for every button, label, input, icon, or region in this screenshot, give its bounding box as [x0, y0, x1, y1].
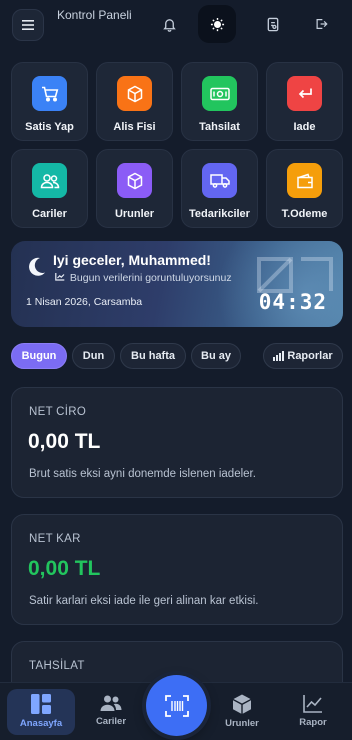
quick-action-purchase[interactable]: Alis Fisi: [96, 62, 173, 141]
stat-card-value: 0,00 TL: [28, 557, 101, 580]
stat-card-description: Brut satis eksi ayni donemde islenen iad…: [29, 468, 256, 480]
quick-action-sale[interactable]: Satis Yap: [11, 62, 88, 141]
quick-actions-grid: Satis Yap Alis Fisi Tahsilat Iade Carile…: [11, 62, 343, 228]
nav-label: Urunler: [225, 718, 259, 729]
nav-label: Anasayfa: [19, 718, 63, 729]
banner-clock: 04:32: [258, 290, 327, 314]
quick-action-suppliers[interactable]: Tedarikciler: [181, 149, 258, 228]
nav-report[interactable]: Rapor: [279, 689, 347, 735]
nav-home[interactable]: Anasayfa: [7, 689, 75, 735]
logout-icon: [316, 19, 328, 29]
logout-button[interactable]: [302, 5, 340, 43]
barcode-scan-button[interactable]: [146, 675, 207, 736]
quick-action-label: Iade: [293, 121, 316, 133]
quick-action-label: Satis Yap: [25, 121, 74, 133]
stat-card-title: TAHSİLAT: [29, 660, 85, 672]
period-filter: Bugun Dun Bu hafta Bu ay Raporlar: [11, 343, 343, 369]
quick-action-label: Tedarikciler: [189, 208, 250, 220]
chart-line-icon: [303, 695, 322, 713]
cart-icon: [32, 76, 67, 111]
quick-action-label: Alis Fisi: [113, 121, 156, 133]
quick-action-label: T.Odeme: [281, 208, 328, 220]
reports-button[interactable]: Raporlar: [263, 343, 343, 369]
stat-card-value: 0,00 TL: [28, 430, 101, 453]
quick-action-return[interactable]: Iade: [266, 62, 343, 141]
top-bar: Kontrol Paneli: [0, 0, 352, 50]
reports-label: Raporlar: [287, 350, 333, 362]
menu-button[interactable]: [12, 9, 44, 41]
banner-date: 1 Nisan 2026, Carsamba: [26, 296, 143, 308]
trend-icon: [55, 273, 65, 281]
page-title: Kontrol Paneli: [57, 8, 132, 22]
quick-action-accounts[interactable]: Cariler: [11, 149, 88, 228]
stat-card-title: NET CİRO: [29, 406, 87, 418]
truck-icon: [202, 163, 237, 198]
users-icon: [32, 163, 67, 198]
quick-action-label: Urunler: [114, 208, 155, 220]
theme-toggle-button[interactable]: [198, 5, 236, 43]
greeting-banner: Iyi geceler, Muhammed! Bugun verilerini …: [11, 241, 343, 327]
cash-icon: [202, 76, 237, 111]
dashboard-icon: [31, 694, 51, 714]
moon-icon: [29, 257, 45, 276]
quick-action-collection[interactable]: Tahsilat: [181, 62, 258, 141]
users-icon: [100, 695, 122, 711]
nav-label: Rapor: [299, 717, 327, 728]
quick-action-label: Tahsilat: [199, 121, 240, 133]
greeting-text: Iyi geceler, Muhammed!: [53, 252, 211, 268]
quick-action-label: Cariler: [32, 208, 67, 220]
cube-icon: [117, 163, 152, 198]
cube-icon: [233, 694, 251, 714]
stat-card-title: NET KAR: [29, 533, 81, 545]
menu-icon: [22, 20, 34, 30]
banner-subtitle: Bugun verilerini goruntuluyorsunuz: [55, 272, 232, 284]
quick-action-products[interactable]: Urunler: [96, 149, 173, 228]
quick-action-payment[interactable]: T.Odeme: [266, 149, 343, 228]
document-icon: [267, 17, 279, 31]
sun-icon: [210, 17, 224, 31]
stat-card-net-revenue: NET CİRO 0,00 TL Brut satis eksi ayni do…: [11, 387, 343, 498]
filter-chip-this-month[interactable]: Bu ay: [191, 343, 241, 369]
filter-chip-this-week[interactable]: Bu hafta: [120, 343, 186, 369]
nav-products[interactable]: Urunler: [208, 689, 276, 735]
bar-chart-icon: [273, 351, 285, 361]
stat-card-net-profit: NET KAR 0,00 TL Satir karlari eksi iade …: [11, 514, 343, 625]
filter-chip-today[interactable]: Bugun: [11, 343, 67, 369]
documents-button[interactable]: [254, 5, 292, 43]
nav-label: Cariler: [95, 716, 127, 727]
nav-accounts[interactable]: Cariler: [77, 689, 145, 735]
banner-subtitle-text: Bugun verilerini goruntuluyorsunuz: [69, 272, 232, 284]
notifications-button[interactable]: [150, 5, 188, 43]
stat-card-description: Satir karlari eksi iade ile geri alinan …: [29, 595, 259, 607]
box-icon: [117, 76, 152, 111]
barcode-scan-icon: [164, 694, 189, 717]
return-icon: [287, 76, 322, 111]
wallet-icon: [287, 163, 322, 198]
filter-chip-yesterday[interactable]: Dun: [72, 343, 115, 369]
bell-icon: [162, 18, 176, 32]
